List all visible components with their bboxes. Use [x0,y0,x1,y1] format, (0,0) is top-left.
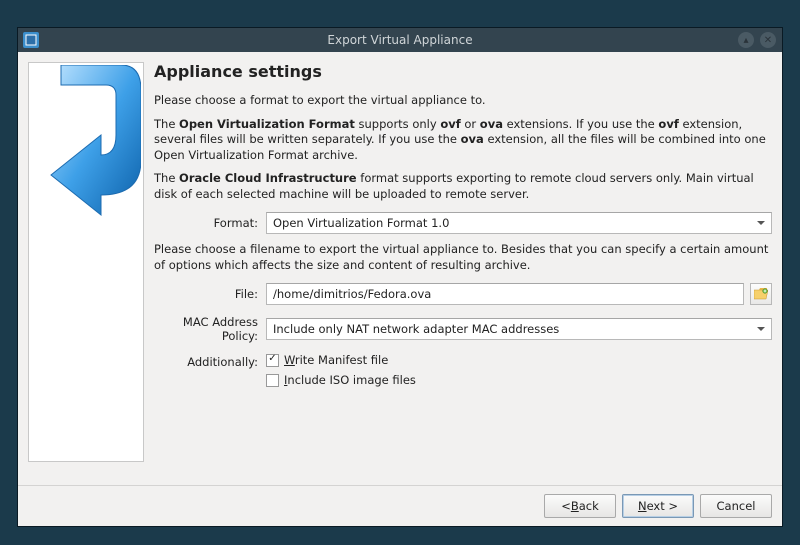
next-button[interactable]: Next > [622,494,694,518]
format-value: Open Virtualization Format 1.0 [273,216,449,230]
settings-panel: Appliance settings Please choose a forma… [154,62,772,475]
page-heading: Appliance settings [154,62,772,81]
file-input[interactable]: /home/dimitrios/Fedora.ova [266,283,744,305]
cancel-button[interactable]: Cancel [700,494,772,518]
minimize-icon[interactable]: ▴ [738,32,754,48]
file-value: /home/dimitrios/Fedora.ova [273,287,431,301]
mac-value: Include only NAT network adapter MAC add… [273,322,559,336]
window-controls: ▴ ✕ [738,32,782,48]
format-row: Format: Open Virtualization Format 1.0 [154,212,772,234]
app-icon [23,32,39,48]
filename-help-text: Please choose a filename to export the v… [154,242,772,273]
write-manifest-label: Write Manifest file [284,353,388,367]
dialog-footer: < Back Next > Cancel [18,485,782,526]
file-label: File: [154,287,260,301]
mac-label: MAC Address Policy: [154,315,260,343]
checkbox-icon [266,354,279,367]
chevron-down-icon [757,327,765,331]
checkbox-icon [266,374,279,387]
back-button[interactable]: < Back [544,494,616,518]
wizard-side-image [28,62,144,462]
additionally-row: Additionally: Write Manifest file Includ… [154,353,772,387]
dialog-content: Appliance settings Please choose a forma… [18,52,782,485]
file-row: File: /home/dimitrios/Fedora.ova [154,283,772,305]
titlebar: Export Virtual Appliance ▴ ✕ [18,28,782,52]
write-manifest-checkbox[interactable]: Write Manifest file [266,353,416,367]
export-appliance-window: Export Virtual Appliance ▴ ✕ [17,27,783,527]
format-select[interactable]: Open Virtualization Format 1.0 [266,212,772,234]
mac-row: MAC Address Policy: Include only NAT net… [154,315,772,343]
window-title: Export Virtual Appliance [18,33,782,47]
folder-icon [754,288,768,300]
intro-text-3: The Oracle Cloud Infrastructure format s… [154,171,772,202]
browse-file-button[interactable] [750,283,772,305]
intro-text-2: The Open Virtualization Format supports … [154,117,772,164]
include-iso-label: Include ISO image files [284,373,416,387]
intro-text-1: Please choose a format to export the vir… [154,93,772,109]
format-label: Format: [154,216,260,230]
additionally-label: Additionally: [154,353,260,369]
close-icon[interactable]: ✕ [760,32,776,48]
mac-select[interactable]: Include only NAT network adapter MAC add… [266,318,772,340]
include-iso-checkbox[interactable]: Include ISO image files [266,373,416,387]
chevron-down-icon [757,221,765,225]
